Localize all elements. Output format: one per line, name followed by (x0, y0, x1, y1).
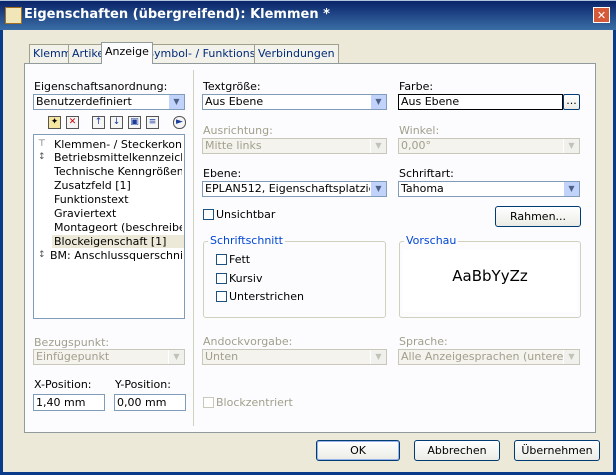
bezugspunkt-label: Bezugspunkt: (34, 336, 110, 349)
farbe-picker-button[interactable]: ... (563, 94, 580, 110)
andock-select[interactable]: Unten ▼ (202, 349, 387, 365)
chevron-down-icon[interactable]: ▼ (563, 350, 579, 364)
tree-item-selected[interactable]: Blockeigenschaft [1] (52, 235, 184, 248)
tree-item[interactable]: Graviertext (54, 207, 182, 220)
xpos-input[interactable]: 1,40 mm (33, 394, 105, 411)
unterstrichen-label: Unterstrichen (229, 290, 305, 303)
ausrichtung-select[interactable]: Mitte links ▼ (202, 138, 387, 154)
chevron-down-icon[interactable]: ▼ (563, 139, 579, 153)
anordnung-value: Benutzerdefiniert (36, 95, 132, 108)
tree-item[interactable]: Montageort (beschreibend) (54, 221, 182, 234)
uebernehmen-button[interactable]: Übernehmen (514, 440, 600, 461)
andock-value: Unten (205, 350, 239, 363)
divider (193, 70, 194, 426)
winkel-select[interactable]: 0,00° ▼ (398, 138, 580, 154)
tab-verbindungen[interactable]: Verbindungen (254, 44, 339, 63)
vorschau-label: Vorschau (404, 234, 459, 247)
farbe-select[interactable]: Aus Ebene (398, 94, 563, 110)
schriftart-label: Schriftart: (399, 167, 454, 180)
farbe-label: Farbe: (399, 80, 434, 93)
schriftschnitt-label: Schriftschnitt (208, 234, 285, 247)
tree-item[interactable]: Funktionstext (54, 193, 182, 206)
tree-item[interactable]: BM: Anschlussquerschnitt (50, 249, 182, 262)
tree-item[interactable]: Betriebsmittelkennzeichen (sichtbar) (54, 151, 182, 164)
app-icon (5, 7, 22, 24)
move-up-icon[interactable]: ↑ (92, 116, 105, 129)
chevron-down-icon[interactable]: ▼ (370, 350, 386, 364)
anordnung-select[interactable]: Benutzerdefiniert ▼ (33, 94, 185, 110)
ebene-value: EPLAN512, Eigenschaftsplatzierung.Blocke… (205, 182, 386, 195)
tree-node-icon: ↕ (38, 250, 46, 260)
schriftart-select[interactable]: Tahoma ▼ (398, 181, 580, 197)
ok-button[interactable]: OK (316, 440, 400, 461)
unsichtbar-label: Unsichtbar (216, 208, 276, 221)
chevron-right-icon[interactable]: ► (173, 116, 186, 129)
fett-label: Fett (229, 253, 251, 266)
textgroesse-label: Textgröße: (203, 80, 261, 93)
save-icon[interactable]: ▣ (128, 116, 141, 129)
unsichtbar-checkbox[interactable] (203, 209, 214, 220)
tree-item[interactable]: Technische Kenngrößen (54, 165, 182, 178)
ypos-input[interactable]: 0,00 mm (114, 394, 186, 411)
anordnung-label: Eigenschaftsanordnung: (34, 80, 168, 93)
close-icon: ✕ (596, 9, 607, 22)
new-icon[interactable]: ✦ (48, 116, 61, 129)
unterstrichen-checkbox[interactable] (216, 291, 227, 302)
tree-item[interactable]: Zusatzfeld [1] (54, 179, 182, 192)
ausrichtung-value: Mitte links (205, 139, 262, 152)
chevron-down-icon[interactable]: ▼ (370, 95, 386, 109)
winkel-value: 0,00° (401, 139, 431, 152)
vorschau-preview: AaBbYyZz (403, 250, 577, 312)
delete-icon[interactable]: ✕ (66, 116, 79, 129)
tab-anzeige[interactable]: Anzeige (101, 42, 153, 64)
chevron-down-icon[interactable]: ▼ (168, 95, 184, 109)
winkel-label: Winkel: (399, 124, 440, 137)
kursiv-label: Kursiv (229, 272, 263, 285)
andock-label: Andockvorgabe: (203, 335, 293, 348)
window-title: Eigenschaften (übergreifend): Klemmen * (24, 7, 330, 22)
tree-item[interactable]: Klemmen- / Steckerkontaktbezeichnung (54, 138, 182, 151)
ebene-label: Ebene: (203, 167, 242, 180)
textgroesse-value: Aus Ebene (205, 95, 264, 108)
chevron-down-icon[interactable]: ▼ (370, 182, 386, 196)
abbrechen-button[interactable]: Abbrechen (414, 440, 500, 461)
tree-node-icon: ↕ (38, 152, 46, 162)
close-button[interactable]: ✕ (593, 7, 610, 23)
tree-node-icon: ⊤ (38, 139, 46, 149)
blockzentriert-label: Blockzentriert (216, 396, 293, 409)
fett-checkbox[interactable] (216, 254, 227, 265)
textgroesse-select[interactable]: Aus Ebene ▼ (202, 94, 387, 110)
sprache-value: Alle Anzeigesprachen (untereinander) (401, 350, 579, 363)
schriftart-value: Tahoma (401, 182, 444, 195)
ebene-select[interactable]: EPLAN512, Eigenschaftsplatzierung.Blocke… (202, 181, 387, 197)
chevron-down-icon[interactable]: ▼ (370, 139, 386, 153)
sprache-select[interactable]: Alle Anzeigesprachen (untereinander) ▼ (398, 349, 580, 365)
kursiv-checkbox[interactable] (216, 273, 227, 284)
ausrichtung-label: Ausrichtung: (203, 124, 273, 137)
chevron-down-icon[interactable]: ▼ (168, 350, 184, 364)
rahmen-button[interactable]: Rahmen... (495, 206, 581, 227)
xpos-label: X-Position: (34, 378, 92, 391)
list-icon[interactable]: ≡ (146, 116, 159, 129)
move-down-icon[interactable]: ↓ (110, 116, 123, 129)
blockzentriert-checkbox[interactable] (203, 397, 214, 408)
chevron-down-icon[interactable]: ▼ (563, 182, 579, 196)
bezugspunkt-value: Einfügepunkt (36, 350, 110, 363)
ypos-label: Y-Position: (115, 378, 171, 391)
sprache-label: Sprache: (399, 335, 448, 348)
bezugspunkt-select[interactable]: Einfügepunkt ▼ (33, 349, 185, 365)
